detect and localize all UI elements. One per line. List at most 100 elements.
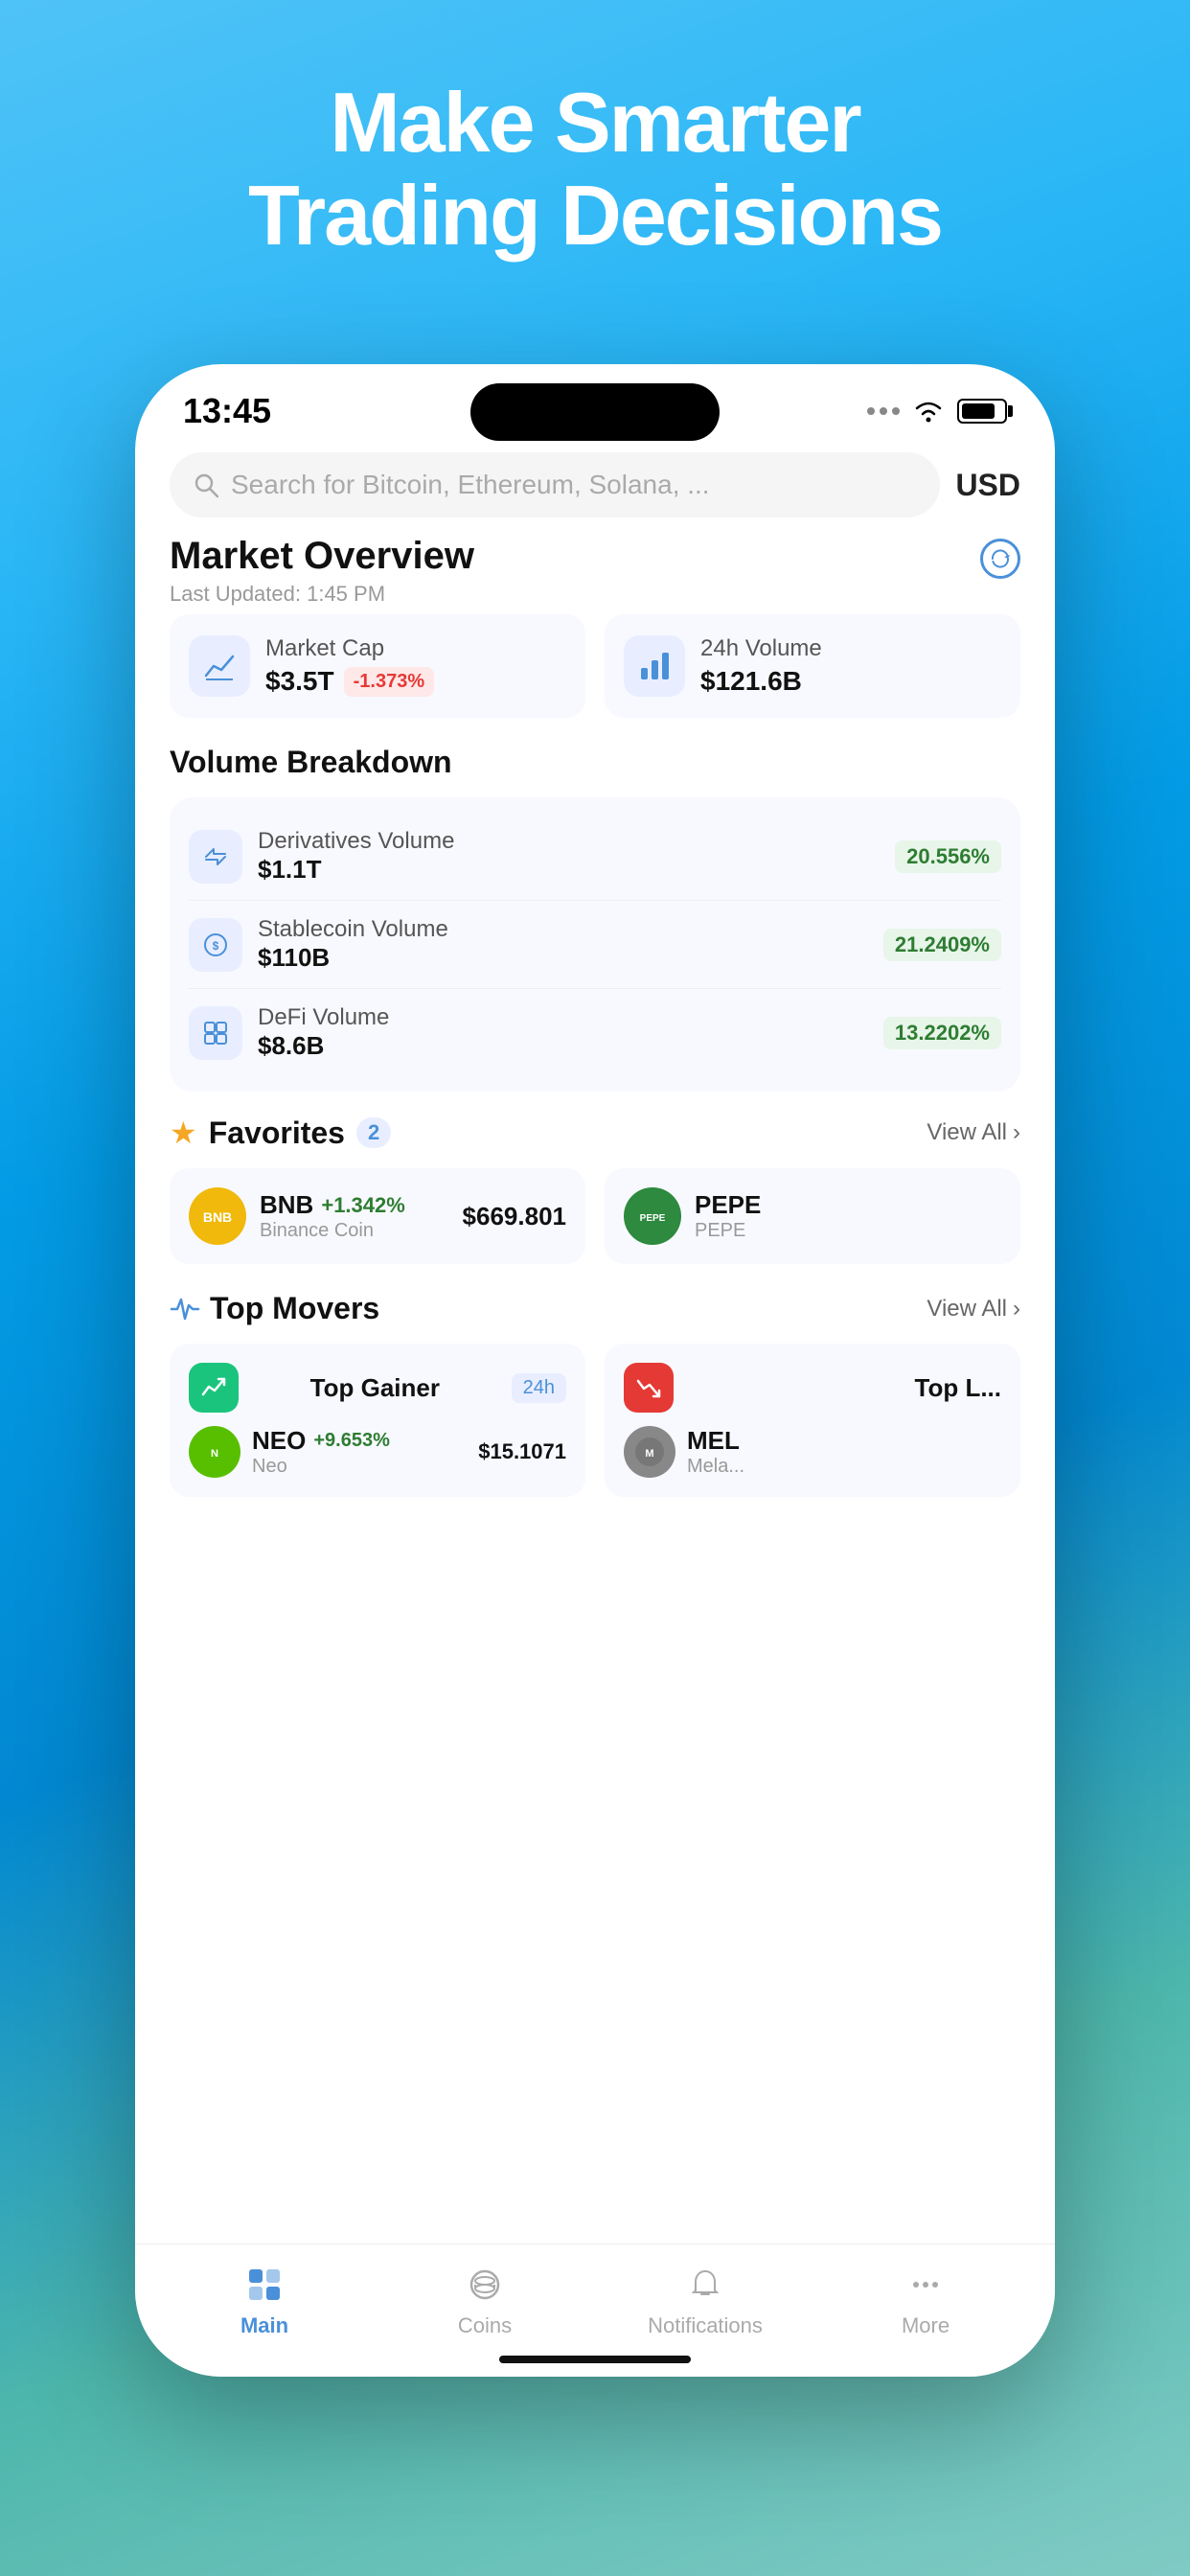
volume-icon-box	[624, 635, 685, 697]
more-nav-icon	[904, 2264, 947, 2306]
stablecoin-value: $110B	[258, 943, 868, 973]
notifications-nav-icon	[684, 2264, 726, 2306]
favorites-header: ★ Favorites 2 View All ›	[170, 1115, 1020, 1151]
defi-icon	[201, 1019, 230, 1047]
svg-text:$: $	[213, 939, 219, 953]
movers-view-all[interactable]: View All ›	[927, 1296, 1020, 1322]
market-cap-icon-box	[189, 635, 250, 697]
derivatives-value: $1.1T	[258, 855, 880, 885]
favorites-title-row: ★ Favorites 2	[170, 1115, 391, 1151]
nav-item-more[interactable]: More	[868, 2264, 983, 2338]
mel-info: MEL Mela...	[687, 1426, 1001, 1478]
svg-text:M: M	[645, 1448, 653, 1460]
movers-title: Top Movers	[210, 1291, 379, 1326]
neo-change: +9.653%	[313, 1430, 390, 1452]
coins-nav-label: Coins	[458, 2313, 512, 2338]
favorites-view-all[interactable]: View All ›	[927, 1119, 1020, 1146]
market-title: Market Overview	[170, 535, 474, 578]
volume-info: 24h Volume $121.6B	[700, 635, 1001, 697]
search-bar-area: Search for Bitcoin, Ethereum, Solana, ..…	[135, 441, 1055, 535]
loser-label: Top L...	[915, 1373, 1002, 1403]
list-item[interactable]: Derivatives Volume $1.1T 20.556%	[189, 813, 1001, 901]
promo-line2: Trading Decisions	[248, 168, 942, 263]
market-cap-label: Market Cap	[265, 635, 566, 662]
dynamic-island	[470, 383, 720, 441]
bnb-change: +1.342%	[321, 1193, 404, 1218]
mel-fullname: Mela...	[687, 1456, 1001, 1478]
defi-name: DeFi Volume	[258, 1004, 868, 1031]
defi-pct: 13.2202%	[883, 1017, 1001, 1049]
derivatives-name: Derivatives Volume	[258, 828, 880, 855]
volume-value: $121.6B	[700, 666, 1001, 697]
top-gainer-card[interactable]: Top Gainer 24h N NEO	[170, 1344, 585, 1497]
top-loser-card[interactable]: Top L... M MEL Mela...	[605, 1344, 1020, 1497]
main-content: Market Overview Last Updated: 1:45 PM	[135, 535, 1055, 1516]
stablecoin-name: Stablecoin Volume	[258, 916, 868, 943]
svg-text:PEPE: PEPE	[640, 1213, 666, 1224]
market-cap-change: -1.373%	[344, 667, 435, 697]
wifi-icon	[911, 399, 946, 424]
volume-breakdown-title: Volume Breakdown	[170, 745, 1020, 780]
stablecoin-pct: 21.2409%	[883, 929, 1001, 961]
market-overview-header: Market Overview Last Updated: 1:45 PM	[170, 535, 1020, 607]
nav-item-notifications[interactable]: Notifications	[648, 2264, 763, 2338]
neo-symbol: NEO	[252, 1426, 306, 1456]
market-updated: Last Updated: 1:45 PM	[170, 582, 474, 607]
loser-icon-box	[624, 1363, 674, 1413]
main-nav-label: Main	[240, 2313, 288, 2338]
bnb-info: BNB +1.342% Binance Coin	[260, 1190, 449, 1242]
defi-info: DeFi Volume $8.6B	[258, 1004, 868, 1061]
list-item[interactable]: $ Stablecoin Volume $110B 21.2409%	[189, 901, 1001, 989]
market-cap-card[interactable]: Market Cap $3.5T -1.373%	[170, 614, 585, 718]
gainer-icon-box	[189, 1363, 239, 1413]
coins-nav-icon	[464, 2264, 506, 2306]
market-cap-value: $3.5T	[265, 666, 334, 697]
defi-value: $8.6B	[258, 1031, 868, 1061]
promo-text: Make Smarter Trading Decisions	[164, 77, 1026, 263]
pepe-fullname: PEPE	[695, 1220, 1001, 1242]
pepe-symbol: PEPE	[695, 1190, 1001, 1220]
neo-avatar: N	[189, 1426, 240, 1478]
gainer-timeframe: 24h	[512, 1373, 566, 1403]
volume-card[interactable]: 24h Volume $121.6B	[605, 614, 1020, 718]
search-bar[interactable]: Search for Bitcoin, Ethereum, Solana, ..…	[170, 452, 940, 518]
list-item[interactable]: DeFi Volume $8.6B 13.2202%	[189, 989, 1001, 1076]
derivatives-pct: 20.556%	[895, 840, 1001, 873]
favorites-row: BNB BNB +1.342% Binance Coin $669.801	[170, 1168, 1020, 1264]
promo-line1: Make Smarter	[330, 75, 859, 170]
phone-frame: 13:45	[135, 364, 1055, 2377]
market-cap-icon	[202, 649, 237, 683]
volume-icon	[637, 649, 672, 683]
gainer-header: Top Gainer 24h	[189, 1363, 566, 1413]
bnb-fullname: Binance Coin	[260, 1220, 449, 1242]
nav-item-main[interactable]: Main	[207, 2264, 322, 2338]
neo-fullname: Neo	[252, 1456, 467, 1478]
neo-price: $15.1071	[478, 1439, 566, 1464]
movers-title-row: Top Movers	[170, 1291, 379, 1326]
phone-wrapper: 13:45	[135, 364, 1055, 2377]
search-placeholder: Search for Bitcoin, Ethereum, Solana, ..…	[231, 470, 710, 500]
gainer-label: Top Gainer	[310, 1373, 440, 1403]
list-item[interactable]: PEPE PEPE PEPE	[605, 1168, 1020, 1264]
mel-symbol: MEL	[687, 1426, 1001, 1456]
derivatives-info: Derivatives Volume $1.1T	[258, 828, 880, 885]
stablecoin-icon-box: $	[189, 918, 242, 972]
bnb-price: $669.801	[463, 1202, 566, 1231]
status-icons	[867, 399, 1007, 424]
stablecoin-icon: $	[201, 931, 230, 959]
volume-breakdown-card: Derivatives Volume $1.1T 20.556% $ Stabl	[170, 797, 1020, 1092]
derivatives-icon	[201, 842, 230, 871]
search-icon	[193, 472, 219, 498]
refresh-button[interactable]	[980, 539, 1020, 579]
list-item[interactable]: BNB BNB +1.342% Binance Coin $669.801	[170, 1168, 585, 1264]
top-movers-header: Top Movers View All ›	[170, 1291, 1020, 1326]
svg-text:N: N	[211, 1448, 218, 1460]
stats-row: Market Cap $3.5T -1.373%	[170, 614, 1020, 718]
home-indicator	[499, 2356, 691, 2363]
derivatives-icon-box	[189, 830, 242, 884]
neo-info: NEO +9.653% Neo	[252, 1426, 467, 1478]
main-nav-icon	[243, 2264, 286, 2306]
currency-label[interactable]: USD	[955, 468, 1020, 503]
nav-item-coins[interactable]: Coins	[427, 2264, 542, 2338]
volume-label: 24h Volume	[700, 635, 1001, 662]
